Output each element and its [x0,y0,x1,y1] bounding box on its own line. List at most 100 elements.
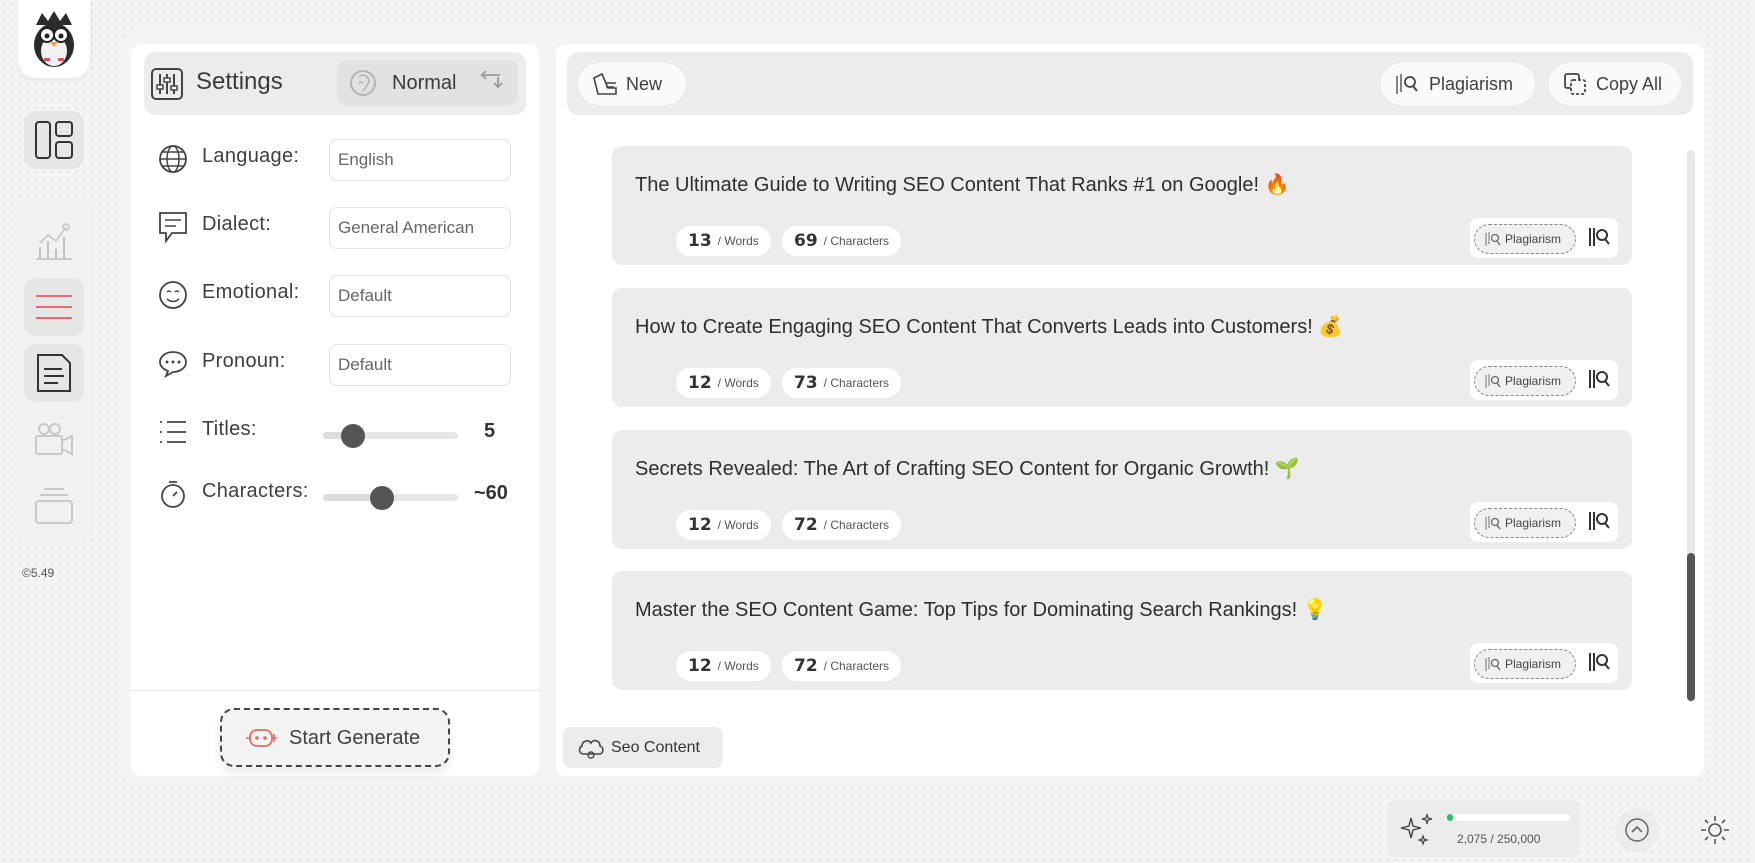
scan-icon[interactable] [1586,366,1612,392]
version-label: ©5.49 [22,566,55,580]
chart-icon [36,223,72,260]
card-plagiarism-button[interactable]: Plagiarism [1474,224,1576,254]
chars-count: 69 [794,231,818,251]
card-actions: Plagiarism [1470,360,1618,400]
usage-progress-bar [1447,814,1570,821]
sun-icon [1701,816,1729,844]
words-count: 12 [688,656,712,676]
words-unit: / Words [717,376,759,390]
emotional-row: Emotional: Default [157,273,517,317]
result-card[interactable]: How to Create Engaging SEO Content That … [612,288,1632,407]
result-card[interactable]: Master the SEO Content Game: Top Tips fo… [612,571,1632,690]
emotional-label: Emotional: [202,281,300,303]
mode-label: Normal [392,72,457,94]
timer-icon [157,478,189,510]
settings-title: Settings [196,68,283,95]
dialect-row: Dialect: General American [157,205,517,249]
words-count-pill: 12 / Words [676,651,771,681]
card-plagiarism-button[interactable]: Plagiarism [1474,508,1576,538]
titles-slider-thumb[interactable] [340,424,365,448]
brain-icon [350,70,376,96]
usage-progress-fill [1447,814,1454,821]
language-label: Language: [202,145,300,167]
layout-icon [35,121,73,159]
plagiarism-scan-icon [1396,74,1418,94]
cloud-icon [578,739,604,759]
card-plagiarism-button[interactable]: Plagiarism [1474,649,1576,679]
emotional-select[interactable]: Default [329,275,511,317]
titles-button[interactable] [24,278,84,336]
dialect-select[interactable]: General American [329,207,511,249]
result-title[interactable]: The Ultimate Guide to Writing SEO Conten… [635,172,1289,197]
scroll-top-button[interactable] [1615,808,1659,852]
words-unit: / Words [717,659,759,673]
plagiarism-scan-icon [1485,374,1501,388]
language-row: Language: English [157,137,517,181]
words-count: 12 [688,373,712,393]
result-card[interactable]: Secrets Revealed: The Art of Crafting SE… [612,430,1632,549]
robot-icon [246,729,277,747]
card-plagiarism-label: Plagiarism [1505,232,1562,246]
pronoun-row: Pronoun: Default [157,342,517,386]
scan-icon[interactable] [1586,224,1612,250]
result-card[interactable]: The Ultimate Guide to Writing SEO Conten… [612,146,1632,265]
language-select[interactable]: English [329,139,511,181]
start-generate-button[interactable]: Start Generate [220,708,450,767]
results-scrollbar-thumb[interactable] [1687,553,1695,701]
chevron-up-icon [1625,818,1649,842]
mode-selector[interactable]: Normal [337,60,518,106]
archive-button[interactable] [24,476,84,534]
card-actions: Plagiarism [1470,502,1618,542]
swap-arrow-icon [479,71,503,90]
card-actions: Plagiarism [1470,643,1618,683]
avatar[interactable] [18,0,90,78]
plagiarism-scan-icon [1485,657,1501,671]
scan-icon[interactable] [1586,649,1612,675]
theme-toggle-button[interactable] [1698,813,1732,847]
chars-count-pill: 72 / Characters [782,510,902,540]
result-title[interactable]: Master the SEO Content Game: Top Tips fo… [635,597,1328,622]
result-title[interactable]: How to Create Engaging SEO Content That … [635,314,1343,339]
characters-label: Characters: [202,480,309,502]
plagiarism-button[interactable]: Plagiarism [1381,63,1535,105]
characters-row: Characters: ~60 [157,472,517,516]
card-plagiarism-button[interactable]: Plagiarism [1474,366,1576,396]
speech-bubble-icon [157,211,189,243]
document-icon [37,354,71,392]
dialect-label: Dialect: [202,213,272,235]
chars-count-pill: 73 / Characters [782,368,902,398]
titles-value: 5 [484,420,496,442]
start-generate-label: Start Generate [289,727,421,749]
chat-dots-icon [157,348,189,380]
video-button[interactable] [24,410,84,468]
chars-count: 72 [794,656,818,676]
settings-divider [131,690,539,691]
result-title[interactable]: Secrets Revealed: The Art of Crafting SE… [635,456,1300,481]
plagiarism-label: Plagiarism [1429,74,1514,94]
plagiarism-scan-icon [1485,516,1501,530]
documents-button[interactable] [24,344,84,402]
new-button[interactable]: New [578,63,686,105]
lines-icon [36,295,72,319]
characters-slider-thumb[interactable] [370,486,395,510]
titles-slider[interactable] [323,424,458,448]
card-plagiarism-label: Plagiarism [1505,516,1562,530]
scan-icon[interactable] [1586,508,1612,534]
chars-unit: / Characters [823,376,890,390]
tab-seo-content-label: Seo Content [611,739,700,756]
sparkle-icon [1400,813,1433,846]
camera-icon [35,423,73,456]
tab-seo-content[interactable]: Seo Content [563,727,723,768]
new-doc-icon [593,72,617,95]
usage-text: 2,075 / 250,000 [1457,832,1541,846]
titles-label: Titles: [202,418,257,440]
analytics-button[interactable] [24,212,84,270]
copy-all-button[interactable]: Copy All [1549,63,1681,105]
characters-slider[interactable] [323,486,458,510]
new-label: New [626,74,663,94]
words-unit: / Words [717,518,759,532]
dashboard-button[interactable] [24,111,84,169]
pronoun-select[interactable]: Default [329,344,511,386]
globe-icon [157,143,189,175]
copy-icon [1564,73,1586,95]
